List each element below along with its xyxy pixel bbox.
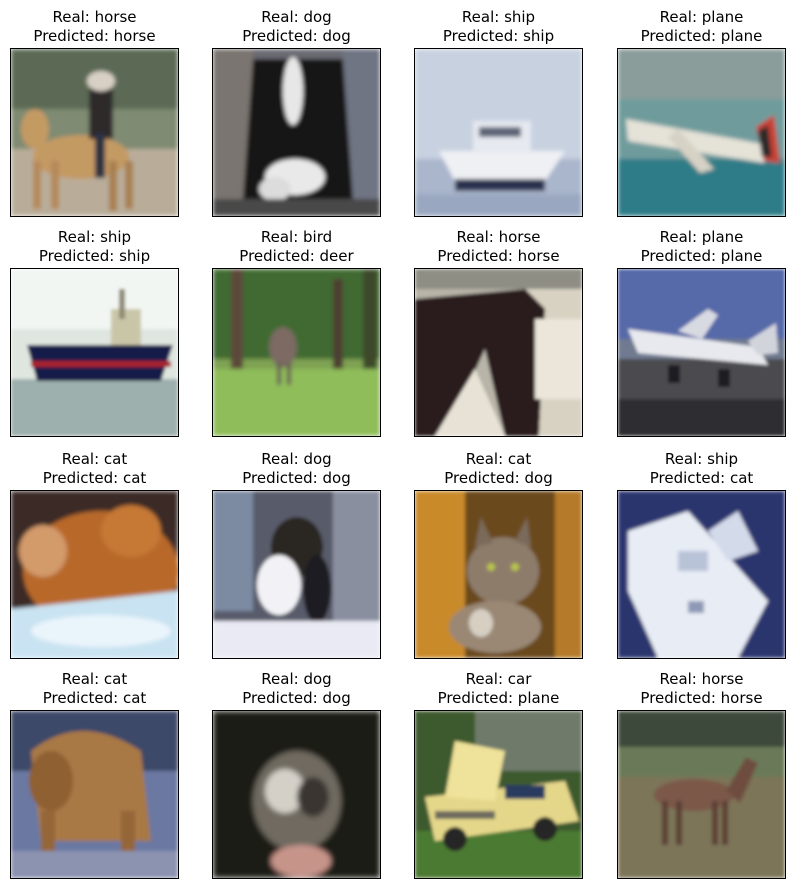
real-label: Real: ship (461, 8, 536, 26)
real-label: Real: dog (261, 670, 332, 688)
real-label: Real: horse (456, 228, 541, 246)
panel-caption: Real: ship Predicted: ship (10, 228, 179, 266)
sample-panel: Real: cat Predicted: dog (414, 450, 583, 659)
real-label: Real: ship (664, 450, 739, 468)
real-label: Real: cat (61, 450, 128, 468)
predicted-label: Predicted: plane (640, 247, 763, 265)
real-label: Real: car (465, 670, 532, 688)
predicted-label: Predicted: horse (437, 247, 560, 265)
prediction-grid-figure: Real: horse Predicted: horse Real: dog Pre… (0, 0, 795, 889)
predicted-label: Predicted: plane (640, 27, 763, 45)
sample-image (617, 48, 786, 217)
sample-image (617, 490, 786, 659)
sample-panel: Real: horse Predicted: horse (617, 670, 786, 879)
sample-image (10, 710, 179, 879)
predicted-label: Predicted: cat (649, 469, 754, 487)
real-label: Real: dog (261, 450, 332, 468)
sample-panel: Real: plane Predicted: plane (617, 228, 786, 437)
panel-caption: Real: ship Predicted: cat (617, 450, 786, 488)
sample-image (212, 710, 381, 879)
predicted-label: Predicted: dog (444, 469, 553, 487)
sample-image (617, 710, 786, 879)
panel-caption: Real: horse Predicted: horse (617, 670, 786, 708)
sample-panel: Real: ship Predicted: ship (10, 228, 179, 437)
sample-image (212, 268, 381, 437)
real-label: Real: cat (465, 450, 532, 468)
predicted-label: Predicted: dog (242, 27, 351, 45)
real-label: Real: plane (659, 8, 744, 26)
panel-caption: Real: cat Predicted: dog (414, 450, 583, 488)
panel-caption: Real: dog Predicted: dog (212, 670, 381, 708)
predicted-label: Predicted: cat (42, 469, 147, 487)
sample-image (414, 490, 583, 659)
real-label: Real: horse (659, 670, 744, 688)
predicted-label: Predicted: horse (33, 27, 156, 45)
predicted-label: Predicted: ship (38, 247, 151, 265)
sample-image (10, 268, 179, 437)
sample-panel: Real: cat Predicted: cat (10, 670, 179, 879)
real-label: Real: plane (659, 228, 744, 246)
panel-caption: Real: dog Predicted: dog (212, 450, 381, 488)
predicted-label: Predicted: cat (42, 689, 147, 707)
sample-image (212, 490, 381, 659)
panel-caption: Real: bird Predicted: deer (212, 228, 381, 266)
panel-caption: Real: dog Predicted: dog (212, 8, 381, 46)
panel-caption: Real: cat Predicted: cat (10, 670, 179, 708)
sample-image (414, 710, 583, 879)
sample-image (414, 268, 583, 437)
real-label: Real: bird (260, 228, 333, 246)
sample-panel: Real: dog Predicted: dog (212, 8, 381, 217)
real-label: Real: cat (61, 670, 128, 688)
sample-panel: Real: dog Predicted: dog (212, 670, 381, 879)
sample-panel: Real: ship Predicted: ship (414, 8, 583, 217)
sample-image (617, 268, 786, 437)
sample-panel: Real: car Predicted: plane (414, 670, 583, 879)
sample-panel: Real: dog Predicted: dog (212, 450, 381, 659)
panel-caption: Real: cat Predicted: cat (10, 450, 179, 488)
sample-image (414, 48, 583, 217)
predicted-label: Predicted: ship (442, 27, 555, 45)
predicted-label: Predicted: dog (242, 689, 351, 707)
predicted-label: Predicted: plane (437, 689, 560, 707)
panel-caption: Real: ship Predicted: ship (414, 8, 583, 46)
sample-image (10, 490, 179, 659)
sample-panel: Real: ship Predicted: cat (617, 450, 786, 659)
sample-panel: Real: plane Predicted: plane (617, 8, 786, 217)
sample-panel: Real: horse Predicted: horse (10, 8, 179, 217)
panel-caption: Real: car Predicted: plane (414, 670, 583, 708)
sample-image (212, 48, 381, 217)
real-label: Real: dog (261, 8, 332, 26)
sample-panel: Real: cat Predicted: cat (10, 450, 179, 659)
predicted-label: Predicted: deer (239, 247, 354, 265)
panel-caption: Real: plane Predicted: plane (617, 228, 786, 266)
sample-panel: Real: horse Predicted: horse (414, 228, 583, 437)
panel-caption: Real: horse Predicted: horse (10, 8, 179, 46)
sample-image (10, 48, 179, 217)
predicted-label: Predicted: horse (640, 689, 763, 707)
real-label: Real: horse (52, 8, 137, 26)
panel-caption: Real: plane Predicted: plane (617, 8, 786, 46)
sample-panel: Real: bird Predicted: deer (212, 228, 381, 437)
real-label: Real: ship (57, 228, 132, 246)
predicted-label: Predicted: dog (242, 469, 351, 487)
panel-caption: Real: horse Predicted: horse (414, 228, 583, 266)
